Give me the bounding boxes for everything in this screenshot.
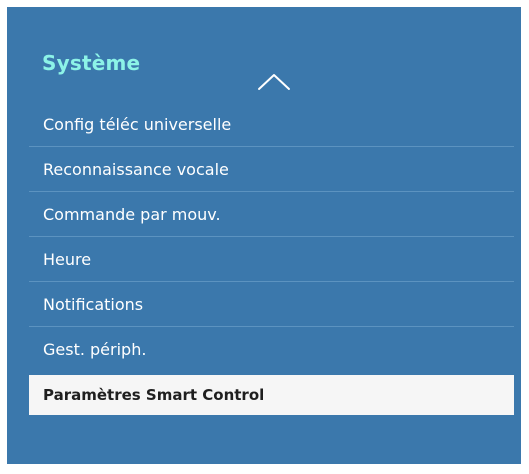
menu-item-label: Reconnaissance vocale xyxy=(43,160,229,179)
menu-item-label: Gest. périph. xyxy=(43,340,147,359)
menu-item-config-telec-universelle[interactable]: Config téléc universelle xyxy=(29,102,514,147)
menu-item-label: Config téléc universelle xyxy=(43,115,232,134)
menu-item-notifications[interactable]: Notifications xyxy=(29,282,514,327)
section-header[interactable]: Système xyxy=(7,7,521,107)
settings-panel: Système Config téléc universelle Reconna… xyxy=(7,7,521,464)
menu-item-gest-periph[interactable]: Gest. périph. xyxy=(29,327,514,372)
chevron-up-icon[interactable] xyxy=(257,71,291,91)
menu-item-heure[interactable]: Heure xyxy=(29,237,514,282)
menu-item-label: Notifications xyxy=(43,295,144,314)
menu-item-parametres-smart-control[interactable]: Paramètres Smart Control xyxy=(29,375,514,415)
menu-item-commande-par-mouv[interactable]: Commande par mouv. xyxy=(29,192,514,237)
menu-item-label: Paramètres Smart Control xyxy=(43,386,265,404)
section-title: Système xyxy=(42,51,141,75)
menu-item-label: Commande par mouv. xyxy=(43,205,221,224)
menu-item-reconnaissance-vocale[interactable]: Reconnaissance vocale xyxy=(29,147,514,192)
menu-item-label: Heure xyxy=(43,250,92,269)
settings-menu: Config téléc universelle Reconnaissance … xyxy=(29,102,514,415)
